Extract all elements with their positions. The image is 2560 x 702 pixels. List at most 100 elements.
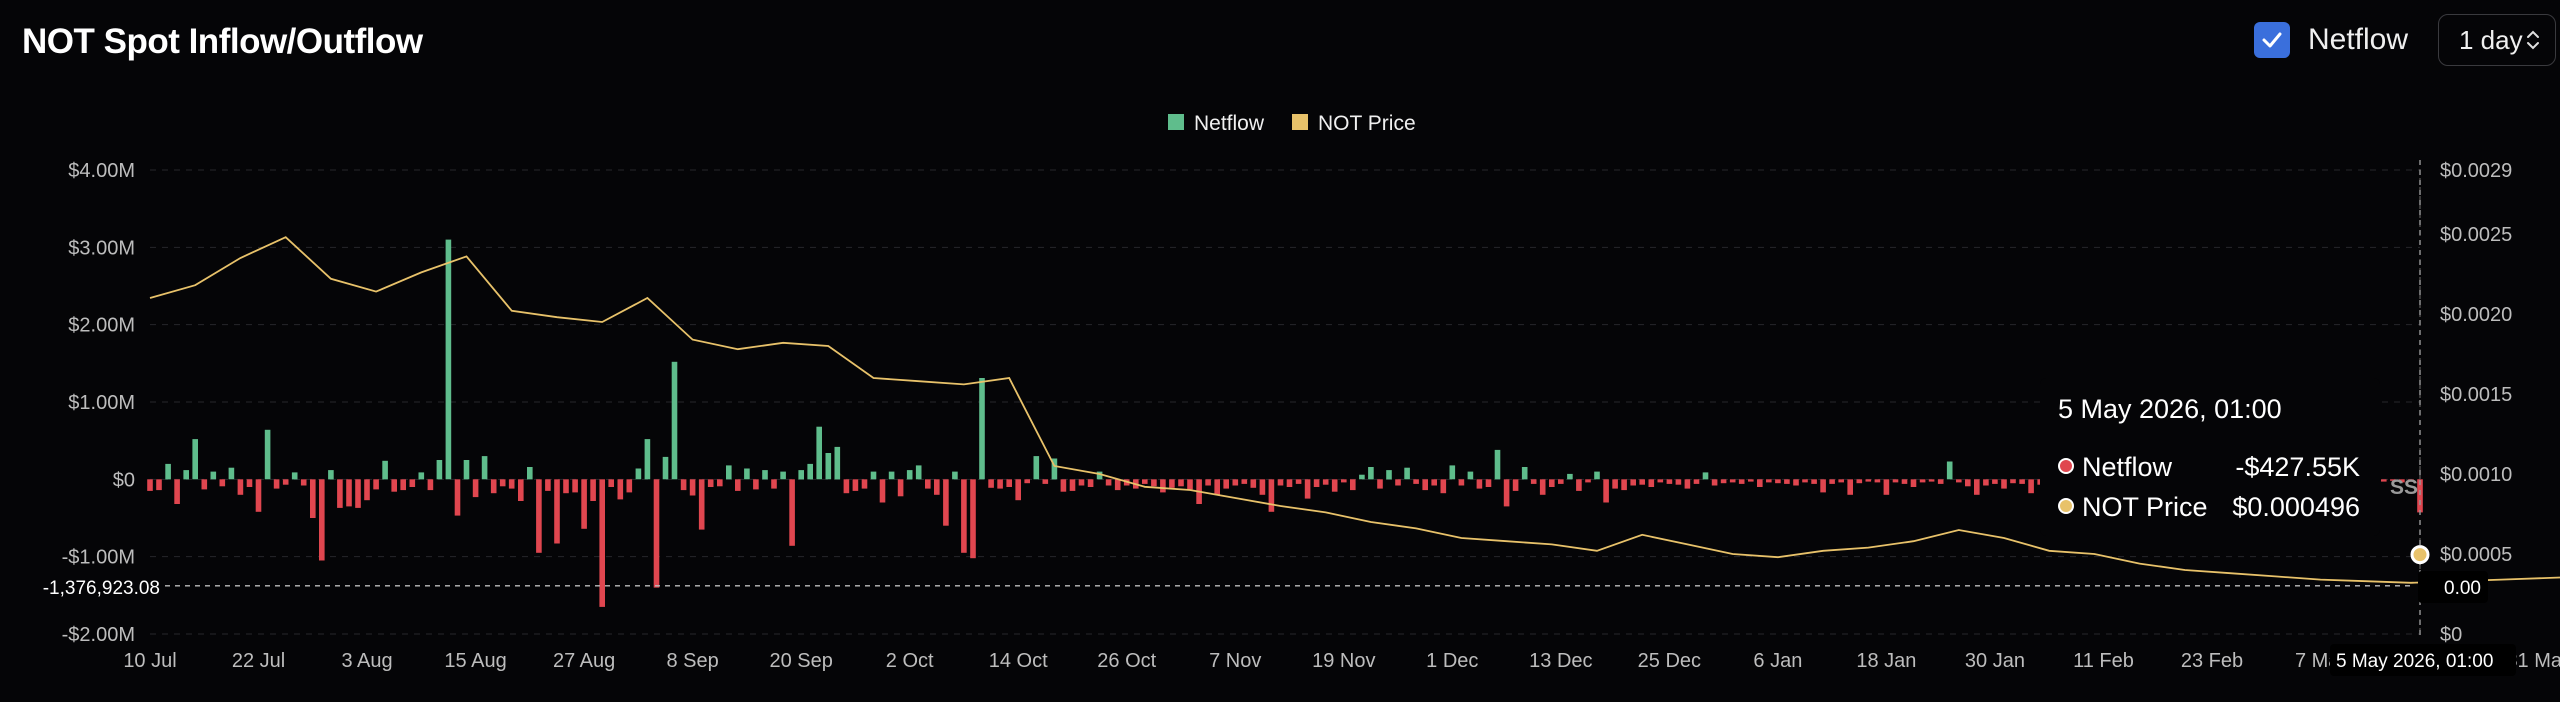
netflow-bar xyxy=(1286,479,1293,487)
netflow-bar xyxy=(1069,479,1076,491)
netflow-bar xyxy=(1268,479,1275,512)
netflow-bar xyxy=(527,467,533,480)
y-left-tick: -$2.00M xyxy=(62,624,135,646)
netflow-bar xyxy=(1612,479,1618,489)
netflow-bar xyxy=(2010,479,2016,484)
netflow-bar xyxy=(599,479,605,607)
netflow-bar xyxy=(219,479,226,487)
legend-label-price[interactable]: NOT Price xyxy=(1318,112,1416,135)
netflow-bar xyxy=(798,470,804,480)
y-left-tick: $4.00M xyxy=(68,160,135,182)
netflow-bar xyxy=(1965,479,1971,487)
netflow-bar xyxy=(644,439,651,480)
netflow-bar xyxy=(427,479,434,491)
netflow-bar xyxy=(1874,479,1881,483)
netflow-bar xyxy=(744,468,750,480)
x-tick: 23 Feb xyxy=(2181,650,2243,672)
x-tick: 27 Aug xyxy=(553,650,615,672)
tooltip-netflow-value: -$427.55K xyxy=(2235,452,2360,482)
crosshair-right-label: 0.00 xyxy=(2418,571,2488,603)
netflow-bar xyxy=(852,479,859,491)
netflow-bar xyxy=(1666,479,1673,484)
netflow-bar xyxy=(391,479,397,492)
netflow-bar xyxy=(816,426,822,480)
netflow-bar xyxy=(1621,479,1627,491)
netflow-bar xyxy=(463,460,470,480)
x-tick: 3 Aug xyxy=(341,650,392,672)
netflow-bar xyxy=(1910,479,1917,487)
netflow-bar xyxy=(1829,479,1835,484)
netflow-bar xyxy=(1549,479,1555,487)
netflow-bar xyxy=(997,479,1003,489)
netflow-bar xyxy=(653,479,660,588)
netflow-bar xyxy=(1847,479,1853,495)
netflow-bar xyxy=(762,470,768,480)
netflow-bar xyxy=(1205,479,1211,486)
netflow-bar xyxy=(373,479,379,490)
netflow-bar xyxy=(1711,479,1718,486)
netflow-bar xyxy=(707,479,714,487)
netflow-bar xyxy=(1169,479,1175,488)
netflow-bar xyxy=(807,463,813,480)
netflow-chart: Netflow NOT Price $4.00M $3.00M $2.00M $1.0… xyxy=(22,112,2560,676)
legend-label-netflow[interactable]: Netflow xyxy=(1194,112,1265,135)
netflow-bar xyxy=(1341,479,1347,483)
legend-swatch-netflow xyxy=(1168,114,1184,130)
netflow-bar xyxy=(1395,479,1401,486)
netflow-bar xyxy=(1956,479,1962,483)
x-axis: 10 Jul 22 Jul 3 Aug 15 Aug 27 Aug 8 Sep 20 Sep… xyxy=(123,650,2560,672)
crosshair-x-label: 5 May 2026, 01:00 xyxy=(2330,644,2516,676)
x-tick: 25 Dec xyxy=(1638,650,1701,672)
netflow-bar xyxy=(1368,467,1374,480)
netflow-bar xyxy=(1114,479,1121,491)
netflow-bar xyxy=(1946,461,1953,480)
netflow-bar xyxy=(1476,479,1483,489)
netflow-bar xyxy=(1431,479,1437,486)
y-right-tick: $0.0015 xyxy=(2440,384,2512,406)
netflow-bar xyxy=(445,239,452,480)
netflow-bar xyxy=(1675,479,1682,485)
netflow-bar xyxy=(1693,479,1700,484)
netflow-bar xyxy=(1820,479,1826,493)
netflow-bar xyxy=(319,479,325,561)
netflow-bar xyxy=(1539,479,1546,495)
netflow-bar xyxy=(536,479,542,553)
netflow-bar xyxy=(1838,479,1844,483)
netflow-bar xyxy=(1006,479,1012,487)
netflow-bar xyxy=(1304,479,1311,499)
netflow-bar xyxy=(1404,467,1410,480)
x-tick: 14 Oct xyxy=(989,650,1048,672)
x-tick: 6 Jan xyxy=(1753,650,1802,672)
netflow-bar xyxy=(1078,479,1085,486)
netflow-bar xyxy=(1603,479,1609,503)
netflow-bar xyxy=(1639,479,1645,485)
netflow-bar xyxy=(328,470,334,480)
y-left-tick: $3.00M xyxy=(68,237,135,259)
netflow-bar xyxy=(925,479,931,489)
netflow-bar xyxy=(698,479,705,530)
netflow-bar xyxy=(1458,479,1465,486)
netflow-bar xyxy=(1313,479,1320,487)
x-tick: 30 Jan xyxy=(1965,650,2025,672)
netflow-bar xyxy=(1105,479,1112,486)
netflow-bar xyxy=(943,479,949,526)
netflow-bar xyxy=(1485,479,1492,487)
netflow-bar xyxy=(499,479,506,487)
netflow-bar xyxy=(2001,479,2007,489)
netflow-bar xyxy=(228,467,235,480)
netflow-bar xyxy=(382,460,388,480)
netflow-bar xyxy=(201,479,208,490)
x-tick: 10 Jul xyxy=(123,650,176,672)
y-right-tick: $0.0005 xyxy=(2440,544,2512,566)
x-tick: 7 Nov xyxy=(1209,650,1261,672)
netflow-bar xyxy=(454,479,461,516)
netflow-bar xyxy=(1594,471,1600,480)
netflow-bar xyxy=(1413,479,1419,484)
netflow-bar xyxy=(1503,479,1510,507)
y-right-tick: $0.0029 xyxy=(2440,160,2512,182)
netflow-bar xyxy=(671,361,678,480)
netflow-bar xyxy=(861,479,868,489)
netflow-bar xyxy=(717,479,723,487)
netflow-bar xyxy=(355,479,361,508)
netflow-bar xyxy=(1331,479,1338,492)
